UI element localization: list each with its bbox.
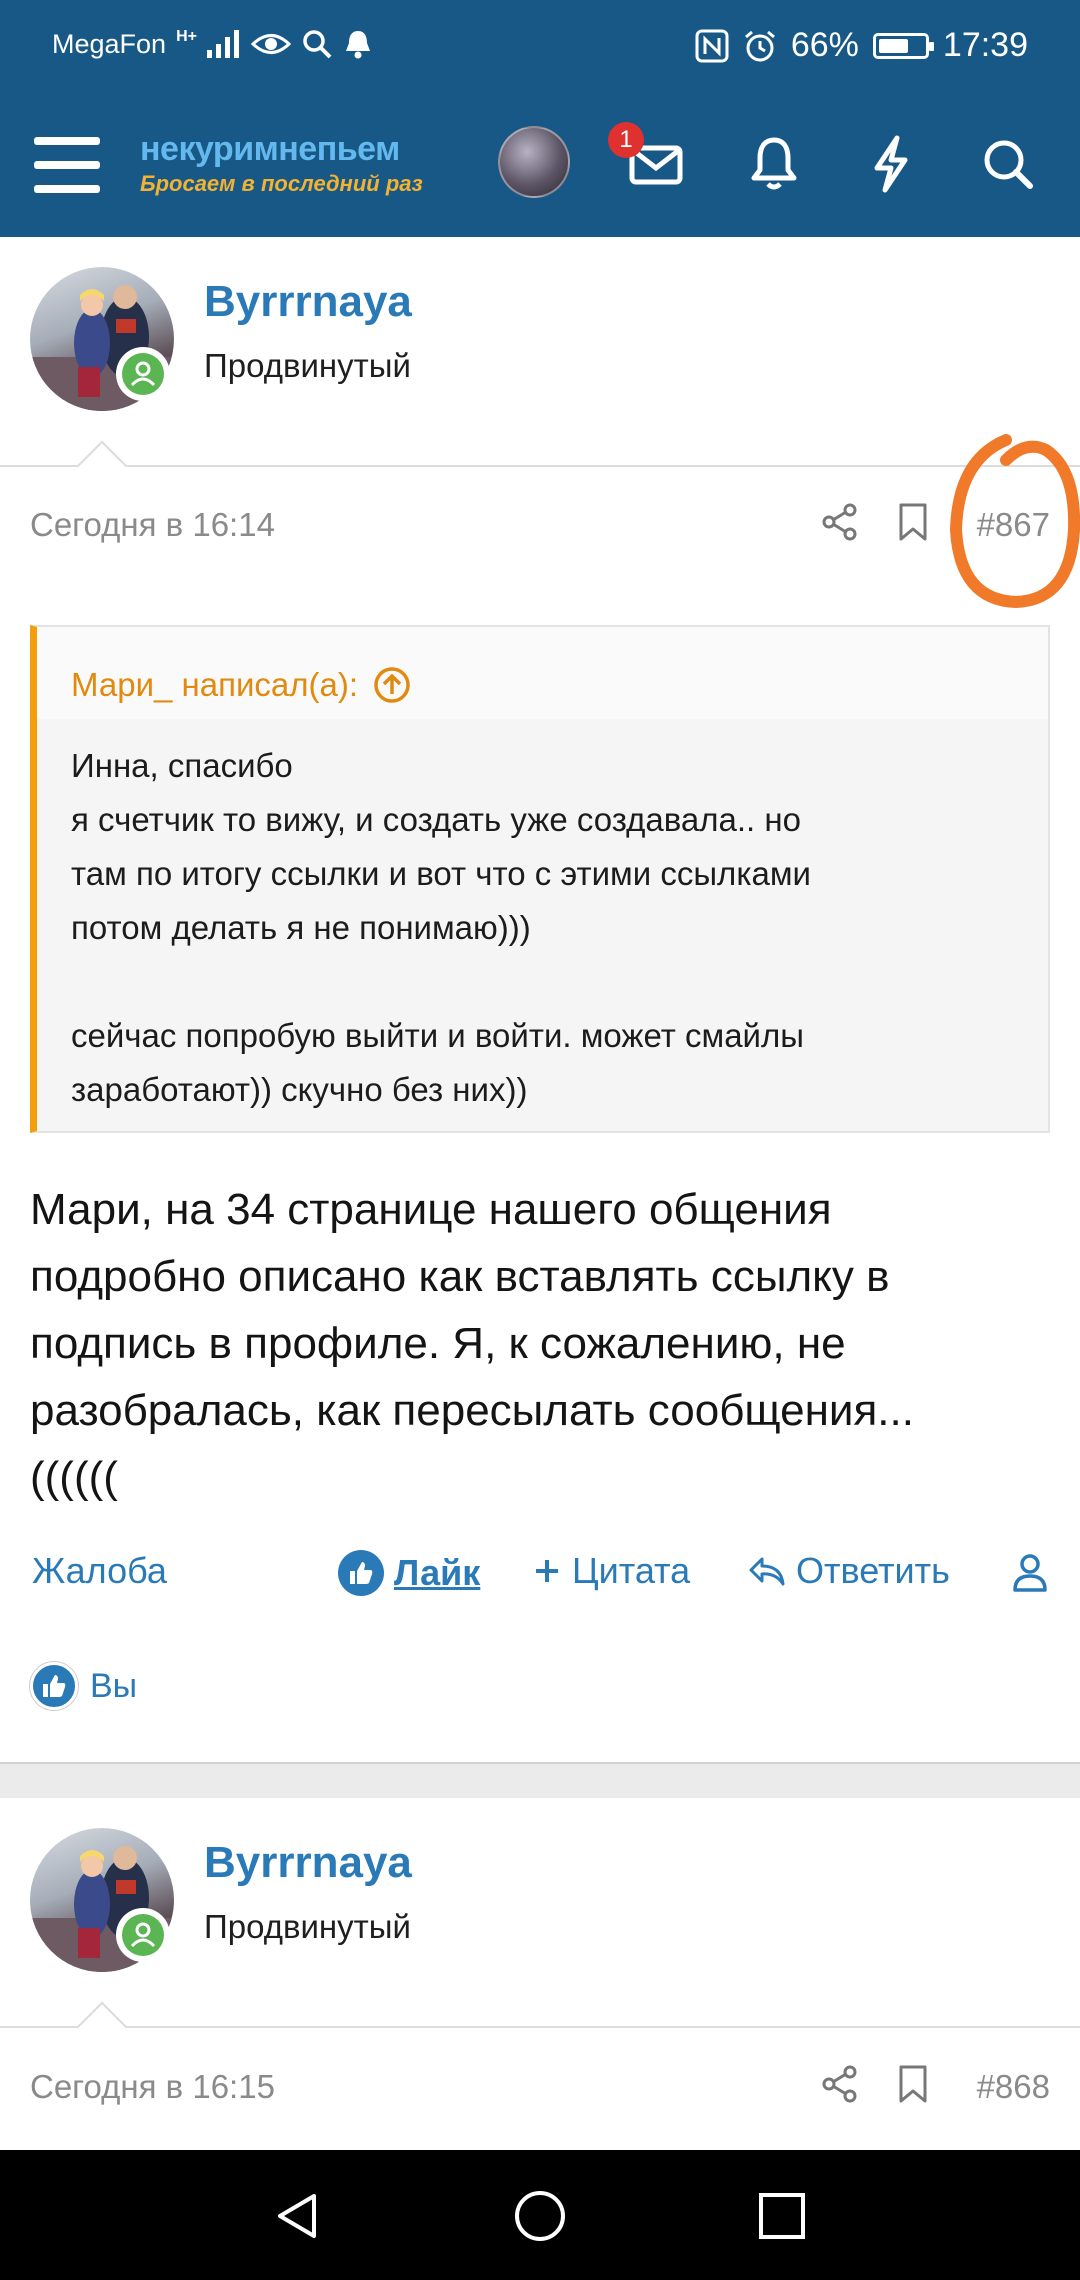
quote-line: сейчас попробую выйти и войти. может сма… [71,1017,804,1054]
post-date[interactable]: Сегодня в 16:14 [30,506,275,544]
menu-icon[interactable] [34,137,100,193]
home-icon[interactable] [512,2188,568,2244]
battery-fill [878,38,908,53]
bookmark-icon[interactable] [896,502,930,542]
post-author-block: Byrrrnaya Продвинутый [0,237,1080,467]
bell-small-icon [345,31,370,59]
post-date[interactable]: Сегодня в 16:15 [30,2068,275,2106]
status-bar: MegaFon H+ 66% 17:39 [0,0,1080,92]
online-status [116,347,170,401]
like-label: Лайк [394,1552,481,1593]
post-line: (((((( [30,1453,118,1502]
alarm-icon [744,30,775,61]
author-role: Продвинутый [204,347,411,384]
bookmark-icon[interactable] [896,2064,930,2104]
report-label: Жалоба [32,1550,167,1591]
post-line: разобралась, как пересылать сообщения... [30,1386,914,1435]
quote-line: потом делать я не понимаю))) [71,909,531,946]
plus-icon [536,1560,558,1582]
post-line: Мари, на 34 странице нашего общения [30,1185,832,1234]
recents-icon[interactable] [754,2188,810,2244]
reply-icon [749,1557,785,1586]
quote-button[interactable]: Цитата [532,1550,690,1592]
reply-button[interactable]: Ответить [748,1550,950,1592]
post-meta: Сегодня в 16:15 #868 [0,2030,1080,2140]
quote-label: Цитата [572,1550,691,1591]
thumbs-up-icon [338,1550,384,1596]
system-nav-bar [0,2150,1080,2280]
reply-label: Ответить [796,1550,950,1591]
signal-icon [206,30,239,58]
quote-author: Мари_ написал(а): [71,666,359,703]
quote-block: Мари_ написал(а): Инна, спасибо я счетчи… [30,625,1050,1133]
share-icon[interactable] [820,502,860,542]
author-name[interactable]: Byrrrnaya [204,277,412,327]
post-actions: Жалоба Лайк Цитата Ответить [0,1542,1080,1602]
lightning-icon[interactable] [855,128,927,200]
app-header: некуримнепьем Бросаем в последний раз 1 [0,92,1080,237]
nfc-icon [695,29,729,62]
post-body: Мари, на 34 странице нашего общения подр… [30,1176,1050,1511]
author-role: Продвинутый [204,1908,411,1945]
logo-title: некуримнепьем [140,130,400,168]
logo-tagline: Бросаем в последний раз [140,171,423,196]
post-line: подробно описано как вставлять ссылку в [30,1252,890,1301]
quote-line: там по итогу ссылки и вот что с этими сс… [71,855,811,892]
network-type: H+ [176,28,197,45]
post-meta: Сегодня в 16:14 #867 [0,468,1080,578]
quote-line: заработают)) скучно без них)) [71,1071,528,1108]
search-small-icon [303,30,332,59]
eye-icon [250,34,291,54]
back-icon[interactable] [270,2188,326,2244]
site-logo[interactable]: некуримнепьем Бросаем в последний раз [140,130,423,197]
battery-icon [872,32,934,59]
divider [0,465,1080,467]
online-status [116,1908,170,1962]
author-name[interactable]: Byrrrnaya [204,1838,412,1888]
quote-line: я счетчик то вижу, и создать уже создава… [71,801,801,838]
liked-by-label: Вы [90,1666,138,1705]
carrier-label: MegaFon [52,28,167,59]
post-number[interactable]: #868 [977,2068,1050,2106]
user-icon[interactable] [1012,1552,1048,1592]
annotation-circle [949,434,1080,609]
thumbs-up-icon [30,1662,78,1710]
quote-body: Инна, спасибо я счетчик то вижу, и созда… [37,719,1048,1137]
divider [0,2026,1080,2028]
post-separator [0,1762,1080,1800]
share-icon[interactable] [820,2064,860,2104]
report-link[interactable]: Жалоба [32,1550,167,1592]
quote-line: Инна, спасибо [71,747,293,784]
messages-badge: 1 [608,122,644,158]
battery-percent: 66% [790,26,859,64]
post-author-block: Byrrrnaya Продвинутый [0,1798,1080,2028]
post-line: подпись в профиле. Я, к сожалению, не [30,1319,846,1368]
like-button[interactable]: Лайк [338,1550,480,1596]
likes-summary[interactable]: Вы [30,1662,137,1710]
user-avatar[interactable] [498,126,570,198]
search-icon[interactable] [972,128,1044,200]
bell-icon[interactable] [738,128,810,200]
arrow-up-circle-icon[interactable] [372,665,412,705]
quote-header[interactable]: Мари_ написал(а): [37,627,1048,719]
clock: 17:39 [942,26,1028,64]
